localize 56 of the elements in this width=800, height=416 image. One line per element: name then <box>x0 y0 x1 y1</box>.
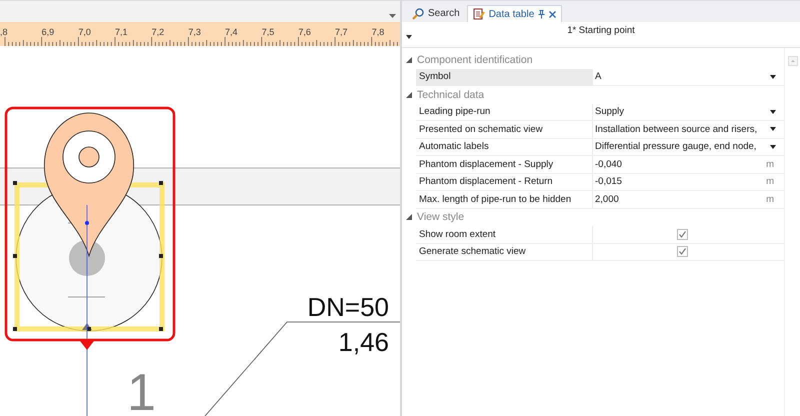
property-label[interactable]: Leading pipe-run <box>416 104 593 120</box>
ruler-label: ,8 <box>0 27 8 37</box>
property-label[interactable]: Automatic labels <box>416 138 593 155</box>
property-value[interactable]: Installation between source and risers, <box>595 124 766 135</box>
caret-icon[interactable] <box>770 144 776 149</box>
pin-icon[interactable] <box>538 10 546 18</box>
ruler-label: 7,7 <box>335 27 348 37</box>
unit-label: m <box>766 194 775 205</box>
category-title: Technical data <box>417 88 484 101</box>
panel-title: 1* Starting point <box>567 25 635 36</box>
search-icon <box>412 8 424 20</box>
category-title: View style <box>417 211 464 224</box>
pipe-point <box>85 221 89 225</box>
unit-label: m <box>766 158 775 170</box>
checkbox[interactable] <box>677 246 688 258</box>
node-symbol-drawing[interactable] <box>13 112 164 332</box>
unit-label: m <box>766 176 775 188</box>
caret-icon[interactable] <box>406 35 412 39</box>
ruler-label: 7,3 <box>188 27 201 37</box>
ruler-label: 7,6 <box>298 27 311 37</box>
property-value[interactable]: 2,000 <box>595 194 762 205</box>
scrollbar[interactable] <box>784 48 800 416</box>
dimension-label: DN=50 <box>307 292 389 322</box>
property-value[interactable]: -0,015 <box>595 176 762 188</box>
panel-tab[interactable]: Search <box>407 5 465 22</box>
ruler-label: 7,2 <box>152 27 164 37</box>
expand-icon[interactable] <box>406 92 412 98</box>
caret-icon[interactable] <box>770 127 776 132</box>
length-label: 1,46 <box>338 327 389 357</box>
expand-icon[interactable] <box>406 56 412 63</box>
property-value[interactable]: Differential pressure gauge, end node, <box>595 141 766 152</box>
table-icon <box>472 8 485 20</box>
caret-icon[interactable] <box>770 74 776 79</box>
ruler-label: 6,9 <box>42 27 54 37</box>
caret-icon[interactable] <box>770 110 776 114</box>
property-label[interactable]: Presented on schematic view <box>416 121 593 138</box>
property-label[interactable]: Phantom displacement - Return <box>416 174 593 190</box>
category-title: Component identification <box>417 54 533 66</box>
ruler-label: 7,0 <box>78 27 91 37</box>
node-number: 1 <box>127 364 156 416</box>
checkbox[interactable] <box>677 228 688 240</box>
ruler-label: 7,8 <box>372 27 384 37</box>
ruler-label: 7,4 <box>225 27 238 37</box>
property-value[interactable]: Supply <box>595 106 766 118</box>
ruler-label: 7,5 <box>262 27 274 37</box>
property-label[interactable]: Show room extent <box>416 226 593 242</box>
property-label[interactable]: Symbol <box>416 68 593 85</box>
panel-tab[interactable]: Data table <box>466 5 562 22</box>
property-label[interactable]: Generate schematic view <box>416 244 593 260</box>
property-label[interactable]: Phantom displacement - Supply <box>416 156 593 172</box>
ruler-label: 7,1 <box>115 27 128 37</box>
close-icon[interactable] <box>549 10 556 18</box>
expand-icon[interactable] <box>406 214 412 220</box>
property-value[interactable]: -0,040 <box>595 158 762 170</box>
property-value[interactable]: A <box>595 71 766 82</box>
property-label[interactable]: Max. length of pipe-run to be hidden <box>416 191 593 208</box>
